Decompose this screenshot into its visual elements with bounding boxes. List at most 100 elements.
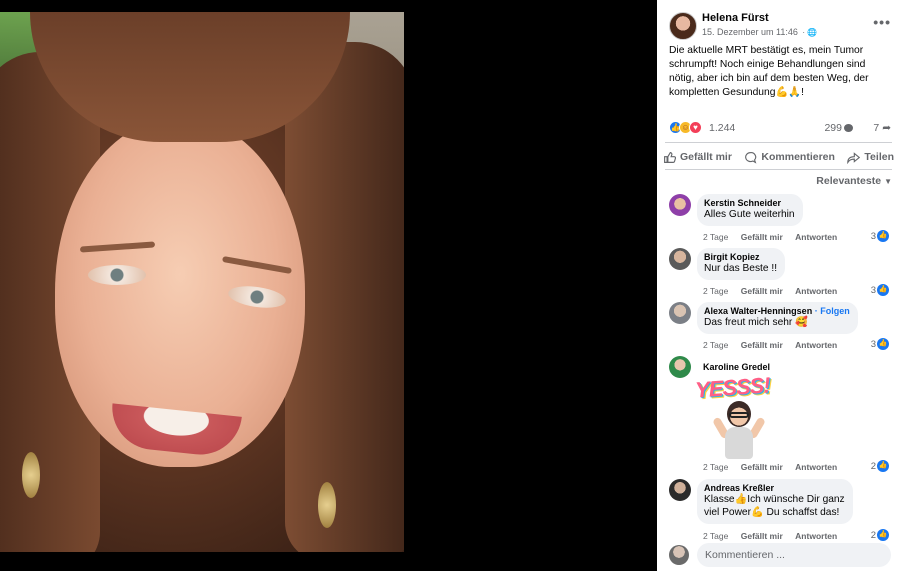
share-button-label: Teilen <box>864 151 894 163</box>
comment-reply-link[interactable]: Antworten <box>795 286 837 296</box>
comment-count-value: 299 <box>824 122 842 134</box>
follow-link[interactable]: · Folgen <box>815 306 850 316</box>
comment-meta: 2 Tage Gefällt mir Antworten <box>703 462 837 472</box>
post-actions: Gefällt mir Kommentieren Teilen <box>663 147 894 167</box>
commenter-name[interactable]: Kerstin Schneider <box>704 198 795 208</box>
author-name[interactable]: Helena Fürst <box>702 12 769 24</box>
sticker-glasses <box>729 412 749 418</box>
post-header: Helena Fürst 15. Dezember um 11:46 · 🌐 •… <box>669 12 891 42</box>
comment-meta: 2 Tage Gefällt mir Antworten <box>703 232 837 242</box>
comment-sort-dropdown[interactable]: Relevanteste ▼ <box>816 175 892 187</box>
divider-bottom <box>665 169 892 170</box>
thumbs-up-icon: 👍 <box>877 529 889 541</box>
comment-count[interactable]: 299 <box>824 122 853 134</box>
comment-button-label: Kommentieren <box>761 151 835 163</box>
comment-icon <box>745 151 757 164</box>
write-comment-row: Kommentieren ... <box>669 543 891 567</box>
post-photo[interactable] <box>0 12 404 552</box>
comment-like-count-value: 3 <box>870 230 876 242</box>
divider-top <box>665 142 892 143</box>
comment-like-count[interactable]: 3 👍 <box>871 284 889 296</box>
post-date: 15. Dezember um 11:46 · 🌐 <box>702 27 817 37</box>
sticker-body <box>725 427 753 459</box>
comment-bubble: Alexa Walter-Henningsen · Folgen Das fre… <box>697 302 858 334</box>
thumbs-up-icon <box>664 151 676 163</box>
commenter-avatar[interactable] <box>669 194 691 216</box>
share-icon <box>847 151 861 164</box>
share-arrow-icon: ➦ <box>882 122 891 134</box>
share-count[interactable]: 7 ➦ <box>873 122 891 134</box>
comment-reply-link[interactable]: Antworten <box>795 232 837 242</box>
comment-bubble: Andreas Kreßler Klasse👍Ich wünsche Dir g… <box>697 479 853 524</box>
commenter-name[interactable]: Karoline Gredel <box>703 362 770 372</box>
sort-label: Relevanteste <box>816 175 882 187</box>
commenter-avatar[interactable] <box>669 248 691 270</box>
comment-like-link[interactable]: Gefällt mir <box>741 232 783 242</box>
comment-input[interactable]: Kommentieren ... <box>697 543 891 567</box>
share-button[interactable]: Teilen <box>847 147 894 167</box>
yesss-sticker[interactable]: YESSS! <box>694 372 780 463</box>
post-date-text[interactable]: 15. Dezember um 11:46 <box>702 27 798 37</box>
comment-time[interactable]: 2 Tage <box>703 531 728 541</box>
reactions-summary: 👍 ☺ ♥ 1.244 299 7 ➦ <box>669 120 891 136</box>
comment-like-link[interactable]: Gefällt mir <box>741 340 783 350</box>
photo-eye-left <box>88 265 146 285</box>
commenter-avatar[interactable] <box>669 356 691 378</box>
like-button-label: Gefällt mir <box>680 151 732 163</box>
commenter-name[interactable]: Alexa Walter-Henningsen <box>704 306 812 316</box>
comment-reply-link[interactable]: Antworten <box>795 340 837 350</box>
post-panel: Helena Fürst 15. Dezember um 11:46 · 🌐 •… <box>657 0 900 571</box>
globe-icon: · 🌐 <box>802 28 818 37</box>
comment-text: Alles Gute weiterhin <box>704 209 795 220</box>
comment-like-count[interactable]: 3 👍 <box>871 338 889 350</box>
comment-bubble-icon <box>844 124 853 132</box>
comment-like-count-value: 2 <box>870 529 876 541</box>
thumbs-up-icon: 👍 <box>877 284 889 296</box>
comment-time[interactable]: 2 Tage <box>703 232 728 242</box>
comment-button[interactable]: Kommentieren <box>744 147 835 167</box>
reaction-icons[interactable]: 👍 ☺ ♥ <box>669 121 702 134</box>
comment-like-count-value: 3 <box>870 338 876 350</box>
comment-like-link[interactable]: Gefällt mir <box>741 531 783 541</box>
comment-like-link[interactable]: Gefällt mir <box>741 462 783 472</box>
comment-like-count[interactable]: 2 👍 <box>871 529 889 541</box>
love-reaction-icon: ♥ <box>689 121 702 134</box>
comment-meta: 2 Tage Gefällt mir Antworten <box>703 340 837 350</box>
like-button[interactable]: Gefällt mir <box>663 147 732 167</box>
comment-reply-link[interactable]: Antworten <box>795 462 837 472</box>
current-user-avatar[interactable] <box>669 545 689 565</box>
commenter-name-row: Alexa Walter-Henningsen · Folgen <box>704 306 850 316</box>
comment-text: Nur das Beste !! <box>704 263 778 274</box>
comment-like-link[interactable]: Gefällt mir <box>741 286 783 296</box>
comment-time[interactable]: 2 Tage <box>703 462 728 472</box>
comment-meta: 2 Tage Gefällt mir Antworten <box>703 531 837 541</box>
caret-down-icon: ▼ <box>884 177 892 186</box>
comment-meta: 2 Tage Gefällt mir Antworten <box>703 286 837 296</box>
thumbs-up-icon: 👍 <box>877 338 889 350</box>
comment-time[interactable]: 2 Tage <box>703 340 728 350</box>
comment-text-line-1: Klasse👍Ich wünsche Dir ganz <box>704 494 845 505</box>
post-text: Die aktuelle MRT bestätigt es, mein Tumo… <box>669 45 869 98</box>
thumbs-up-icon: 👍 <box>877 460 889 472</box>
comment-like-count-value: 2 <box>870 460 876 472</box>
comment-text-line-2: viel Power💪 Du schaffst das! <box>704 507 840 518</box>
commenter-name[interactable]: Andreas Kreßler <box>704 483 845 493</box>
share-count-value: 7 <box>873 122 880 134</box>
comment-like-count-value: 3 <box>870 284 876 296</box>
comment-bubble: Kerstin Schneider Alles Gute weiterhin <box>697 194 803 226</box>
thumbs-up-icon: 👍 <box>877 230 889 242</box>
sticker-character <box>712 399 766 461</box>
photo-viewer <box>0 0 657 571</box>
comment-reply-link[interactable]: Antworten <box>795 531 837 541</box>
reaction-count[interactable]: 1.244 <box>709 122 735 134</box>
comment-bubble: Birgit Kopiez Nur das Beste !! <box>697 248 786 280</box>
comment-time[interactable]: 2 Tage <box>703 286 728 296</box>
commenter-avatar[interactable] <box>669 479 691 501</box>
comment-like-count[interactable]: 3 👍 <box>871 230 889 242</box>
photo-earring-right <box>318 482 336 528</box>
commenter-avatar[interactable] <box>669 302 691 324</box>
ellipsis-icon[interactable]: ••• <box>873 14 891 30</box>
author-avatar[interactable] <box>669 12 697 40</box>
commenter-name[interactable]: Birgit Kopiez <box>704 252 777 262</box>
comment-like-count[interactable]: 2 👍 <box>871 460 889 472</box>
